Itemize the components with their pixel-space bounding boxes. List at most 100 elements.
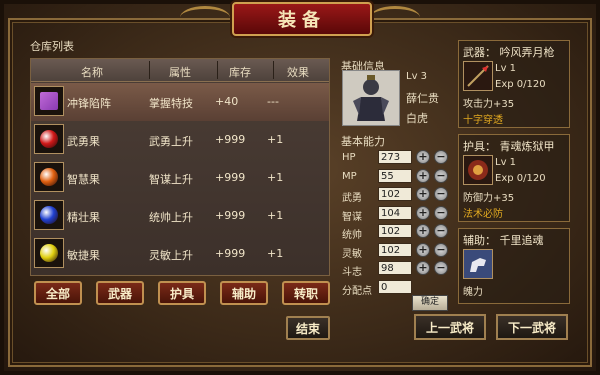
table-row[interactable]: 武勇果 武勇上升 +999 +1 [31,121,329,159]
armor-skill: 法术必防 [463,209,503,220]
item-stock: +999 [215,209,246,222]
table-row[interactable]: 冲锋陷阵 掌握特技 +40 --- [31,83,329,121]
general-level: Lv 3 [406,71,428,82]
horse-icon[interactable] [463,249,493,279]
plus-icon[interactable]: + [416,261,430,275]
item-attr: 统帅上升 [149,211,193,224]
item-effect: --- [267,95,279,108]
plus-icon[interactable]: + [416,205,430,220]
armor-panel: 护具： 青魂炼狱甲 Lv 1 Exp 0/120 防御力+35 法术必防 [458,134,570,222]
minus-icon[interactable]: − [434,205,448,220]
warrior-portrait-icon [343,71,399,125]
item-effect: +1 [267,209,284,222]
item-stock: +999 [215,133,246,146]
tab-transfer[interactable]: 转职 [282,281,330,305]
stat-value: 102 [378,224,412,238]
weapon-exp: Exp 0/120 [495,79,546,90]
table-row[interactable]: 敏捷果 灵敏上升 +999 +1 [31,235,329,273]
minus-icon[interactable]: − [434,187,448,201]
tab-armor[interactable]: 护具 [158,281,206,305]
end-button[interactable]: 结束 [286,316,330,340]
warehouse-table: 名称 属性 库存 效果 冲锋陷阵 掌握特技 +40 --- 武勇果 武勇上升 +999 +1 智… [30,58,330,276]
dragon-ornament-right-icon [370,6,420,29]
minus-icon[interactable]: − [434,168,448,183]
spear-icon[interactable] [463,61,493,91]
minus-icon[interactable]: − [434,242,448,257]
stat-row: 统帅 102 + − [342,224,448,241]
general-name: 薛仁贵 [406,92,439,105]
warehouse-label: 仓库列表 [30,40,74,53]
item-effect: +1 [267,133,284,146]
stat-value: 55 [378,168,412,183]
stat-value: 102 [378,187,412,201]
plus-icon[interactable]: + [416,224,430,238]
item-effect: +1 [267,247,284,260]
weapon-panel: 武器： 吟风弄月枪 Lv 1 Exp 0/120 攻击力+35 十字穿透 [458,40,570,128]
col-header-stock: 库存 [229,66,251,79]
item-stock: +999 [215,171,246,184]
item-effect: +1 [267,171,284,184]
armor-exp: Exp 0/120 [495,173,546,184]
minus-icon[interactable]: − [434,150,448,164]
item-name: 冲锋陷阵 [67,97,111,110]
stat-row: 分配点 0 [342,279,446,297]
stat-value: 98 [378,261,412,275]
tab-weapon[interactable]: 武器 [96,281,144,305]
dragon-ornament-left-icon [180,6,230,29]
weapon-header: 武器： 吟风弄月枪 [463,46,555,59]
table-header: 名称 属性 库存 效果 [31,59,329,82]
item-attr: 灵敏上升 [149,249,193,262]
plus-icon[interactable]: + [416,242,430,257]
accessory-header: 辅助： 千里追魂 [463,234,544,247]
tab-accessory[interactable]: 辅助 [220,281,268,305]
stat-row: 武勇 102 + − [342,187,448,204]
armor-header: 护具： 青魂炼狱甲 [463,140,555,153]
plus-icon[interactable]: + [416,168,430,183]
item-stock: +40 [215,95,239,108]
stat-label: HP [342,152,356,163]
item-attr: 智谋上升 [149,173,193,186]
stat-label: 武勇 [342,193,362,204]
confirm-button[interactable]: 确定 [412,295,448,311]
stat-value: 102 [378,242,412,257]
minus-icon[interactable]: − [434,261,448,275]
armor-icon[interactable] [463,155,493,185]
stat-label: 智谋 [342,211,362,223]
stat-row: 智谋 104 + − [342,205,448,223]
stat-value: 273 [378,150,412,164]
accessory-panel: 辅助： 千里追魂 魄力 [458,228,570,304]
item-attr: 掌握特技 [149,97,193,110]
col-header-effect: 效果 [287,66,309,79]
stat-label: 斗志 [342,267,362,278]
item-name: 武勇果 [67,135,100,148]
plus-icon[interactable]: + [416,150,430,164]
stat-label: 统帅 [342,230,362,241]
weapon-stat: 攻击力+35 [463,99,515,110]
stat-value: 0 [378,279,412,294]
stat-label: MP [342,170,357,182]
stat-row: 斗志 98 + − [342,261,448,278]
window-title: 装备 [232,2,372,36]
general-portrait [342,70,400,126]
stat-row: 灵敏 102 + − [342,242,448,260]
stat-row: MP 55 + − [342,168,448,185]
armor-stat: 防御力+35 [463,193,515,204]
item-attr: 武勇上升 [149,135,193,148]
red-fruit-icon [34,124,64,154]
purple-book-icon [34,86,64,116]
weapon-skill: 十字穿透 [463,115,503,126]
item-name: 敏捷果 [67,249,100,262]
tab-all[interactable]: 全部 [34,281,82,305]
yellow-fruit-icon [34,238,64,268]
col-header-attr: 属性 [169,66,191,79]
table-row[interactable]: 精壮果 统帅上升 +999 +1 [31,197,329,235]
blue-fruit-icon [34,200,64,230]
plus-icon[interactable]: + [416,187,430,201]
table-row[interactable]: 智慧果 智谋上升 +999 +1 [31,159,329,197]
abilities-label: 基本能力 [341,135,385,148]
stat-label: 灵敏 [342,248,362,260]
minus-icon[interactable]: − [434,224,448,238]
orange-fruit-icon [34,162,64,192]
next-general-button[interactable]: 下一武将 [496,314,568,340]
prev-general-button[interactable]: 上一武将 [414,314,486,340]
